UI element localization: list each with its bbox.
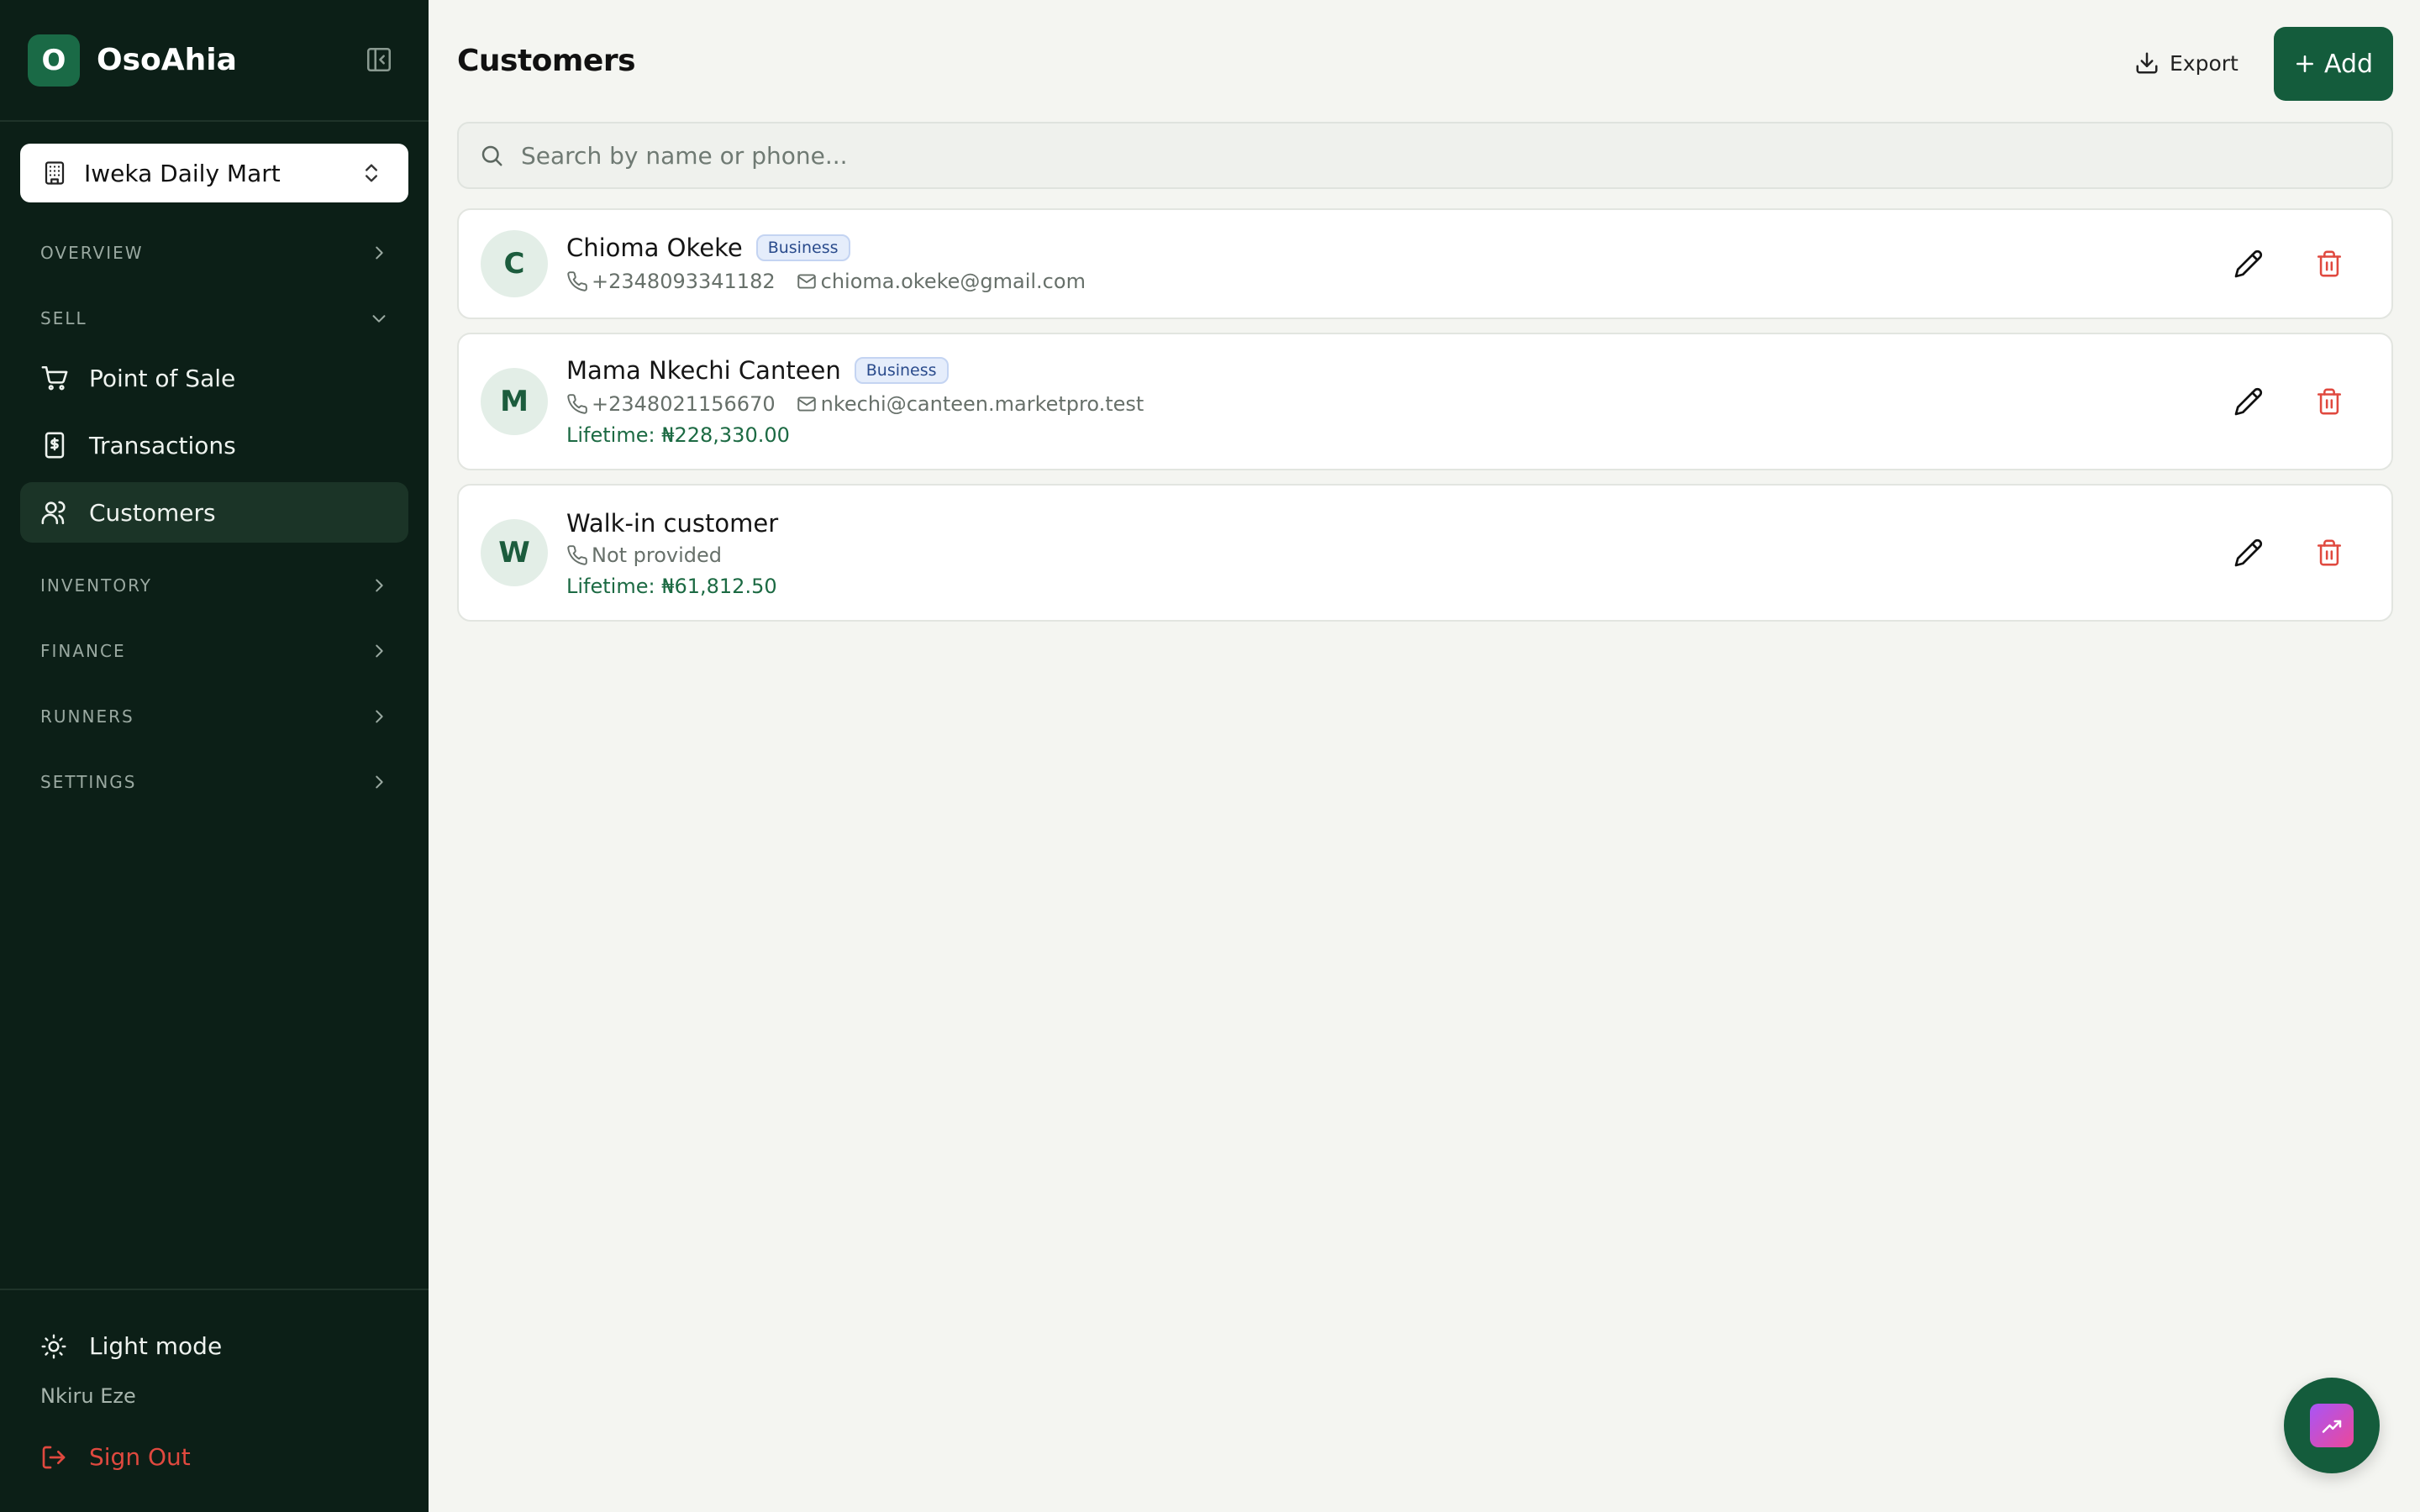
analytics-fab-button[interactable] — [2284, 1378, 2380, 1473]
trash-icon — [2315, 387, 2344, 416]
customer-card[interactable]: C Chioma Okeke Business +2348093341182 c… — [457, 208, 2393, 319]
edit-customer-button[interactable] — [2230, 245, 2267, 282]
mail-icon — [796, 270, 818, 292]
customer-phone: +2348021156670 — [592, 392, 776, 416]
chevron-down-icon — [370, 309, 388, 328]
nav-section-label: OVERVIEW — [40, 243, 144, 263]
export-button[interactable]: Export — [2134, 44, 2238, 82]
edit-customer-button[interactable] — [2230, 383, 2267, 420]
customer-phone: Not provided — [592, 543, 723, 567]
delete-customer-button[interactable] — [2311, 245, 2348, 282]
customer-lifetime-value: Lifetime: ₦228,330.00 — [566, 423, 790, 447]
sidebar-item-point-of-sale[interactable]: Point of Sale — [20, 348, 408, 408]
nav-section-overview[interactable]: OVERVIEW — [40, 236, 388, 270]
chevron-right-icon — [370, 642, 388, 660]
plus-icon — [2294, 53, 2316, 75]
customer-name-row: Walk-in customer — [566, 509, 778, 538]
customer-name-row: Chioma Okeke Business — [566, 234, 850, 262]
customer-card[interactable]: M Mama Nkechi Canteen Business +23480211… — [457, 333, 2393, 470]
search-icon — [479, 143, 504, 168]
customer-phone: +2348093341182 — [592, 270, 776, 293]
customer-email: nkechi@canteen.marketpro.test — [820, 392, 1144, 416]
chevron-right-icon — [370, 707, 388, 726]
customer-name-row: Mama Nkechi Canteen Business — [566, 356, 949, 385]
chevron-right-icon — [370, 773, 388, 791]
sidebar-collapse-icon[interactable] — [365, 45, 393, 74]
theme-toggle-label: Light mode — [89, 1332, 223, 1360]
trash-icon — [2315, 538, 2344, 567]
business-badge: Business — [755, 234, 850, 261]
sidebar-item-label: Point of Sale — [89, 364, 236, 392]
theme-toggle[interactable]: Light mode — [40, 1332, 222, 1360]
chevron-right-icon — [370, 576, 388, 595]
customer-contact: +2348093341182 chioma.okeke@gmail.com — [566, 270, 1086, 293]
sidebar-item-customers[interactable]: Customers — [20, 482, 408, 543]
sidebar-item-transactions[interactable]: Transactions — [20, 415, 408, 475]
page-title: Customers — [457, 44, 636, 78]
avatar: M — [481, 368, 548, 435]
nav-section-runners[interactable]: RUNNERS — [40, 700, 388, 733]
customer-contact: Not provided — [566, 543, 722, 567]
current-user-name: Nkiru Eze — [40, 1384, 136, 1408]
pencil-icon — [2233, 249, 2264, 279]
customer-card[interactable]: W Walk-in customer Not provided Lifetime… — [457, 484, 2393, 622]
export-label: Export — [2170, 50, 2238, 76]
customer-name: Walk-in customer — [566, 509, 779, 538]
app-logo: O — [28, 34, 80, 87]
avatar: W — [481, 519, 548, 586]
customer-name: Mama Nkechi Canteen — [566, 356, 841, 385]
search-bar — [457, 122, 2393, 189]
store-switcher[interactable]: Iweka Daily Mart — [20, 144, 408, 202]
log-out-icon — [40, 1444, 67, 1471]
app-name: OsoAhia — [97, 43, 237, 77]
customer-name: Chioma Okeke — [566, 234, 743, 262]
nav-section-sell[interactable]: SELL — [40, 302, 388, 335]
phone-icon — [566, 544, 588, 566]
nav-section-settings[interactable]: SETTINGS — [40, 765, 388, 799]
sidebar-item-label: Transactions — [89, 431, 236, 459]
store-name: Iweka Daily Mart — [84, 159, 281, 187]
customer-lifetime-value: Lifetime: ₦61,812.50 — [566, 575, 777, 598]
sidebar-footer: Light mode Nkiru Eze Sign Out — [0, 1289, 429, 1512]
chevrons-up-down-icon — [360, 160, 383, 186]
nav-section-inventory[interactable]: INVENTORY — [40, 569, 388, 602]
search-input[interactable] — [521, 141, 2370, 170]
nav-section-label: RUNNERS — [40, 706, 134, 727]
sidebar: O OsoAhia Iweka Daily Mart OVERVIEW SELL… — [0, 0, 429, 1512]
users-icon — [40, 498, 69, 527]
nav-section-label: INVENTORY — [40, 575, 152, 596]
phone-icon — [566, 270, 588, 292]
building-icon — [42, 160, 67, 186]
trash-icon — [2315, 249, 2344, 278]
nav-section-label: FINANCE — [40, 641, 126, 661]
customer-email: chioma.okeke@gmail.com — [820, 270, 1086, 293]
nav-section-label: SETTINGS — [40, 772, 137, 792]
chevron-right-icon — [370, 244, 388, 262]
delete-customer-button[interactable] — [2311, 383, 2348, 420]
delete-customer-button[interactable] — [2311, 534, 2348, 571]
sign-out-button[interactable]: Sign Out — [40, 1443, 191, 1471]
brand-header: O OsoAhia — [0, 0, 429, 122]
pencil-icon — [2233, 386, 2264, 417]
business-badge: Business — [854, 357, 949, 384]
mail-icon — [796, 393, 818, 415]
nav-section-finance[interactable]: FINANCE — [40, 634, 388, 668]
add-label: Add — [2323, 49, 2374, 79]
trending-up-icon — [2310, 1404, 2354, 1447]
sun-icon — [40, 1333, 67, 1360]
pencil-icon — [2233, 538, 2264, 568]
add-customer-button[interactable]: Add — [2274, 27, 2393, 101]
download-icon — [2134, 50, 2160, 76]
sign-out-label: Sign Out — [89, 1443, 191, 1471]
nav-section-label: SELL — [40, 308, 87, 328]
receipt-icon — [40, 431, 69, 459]
customer-contact: +2348021156670 nkechi@canteen.marketpro.… — [566, 392, 1144, 416]
edit-customer-button[interactable] — [2230, 534, 2267, 571]
sidebar-item-label: Customers — [89, 498, 216, 527]
avatar: C — [481, 230, 548, 297]
cart-icon — [40, 364, 69, 392]
phone-icon — [566, 393, 588, 415]
